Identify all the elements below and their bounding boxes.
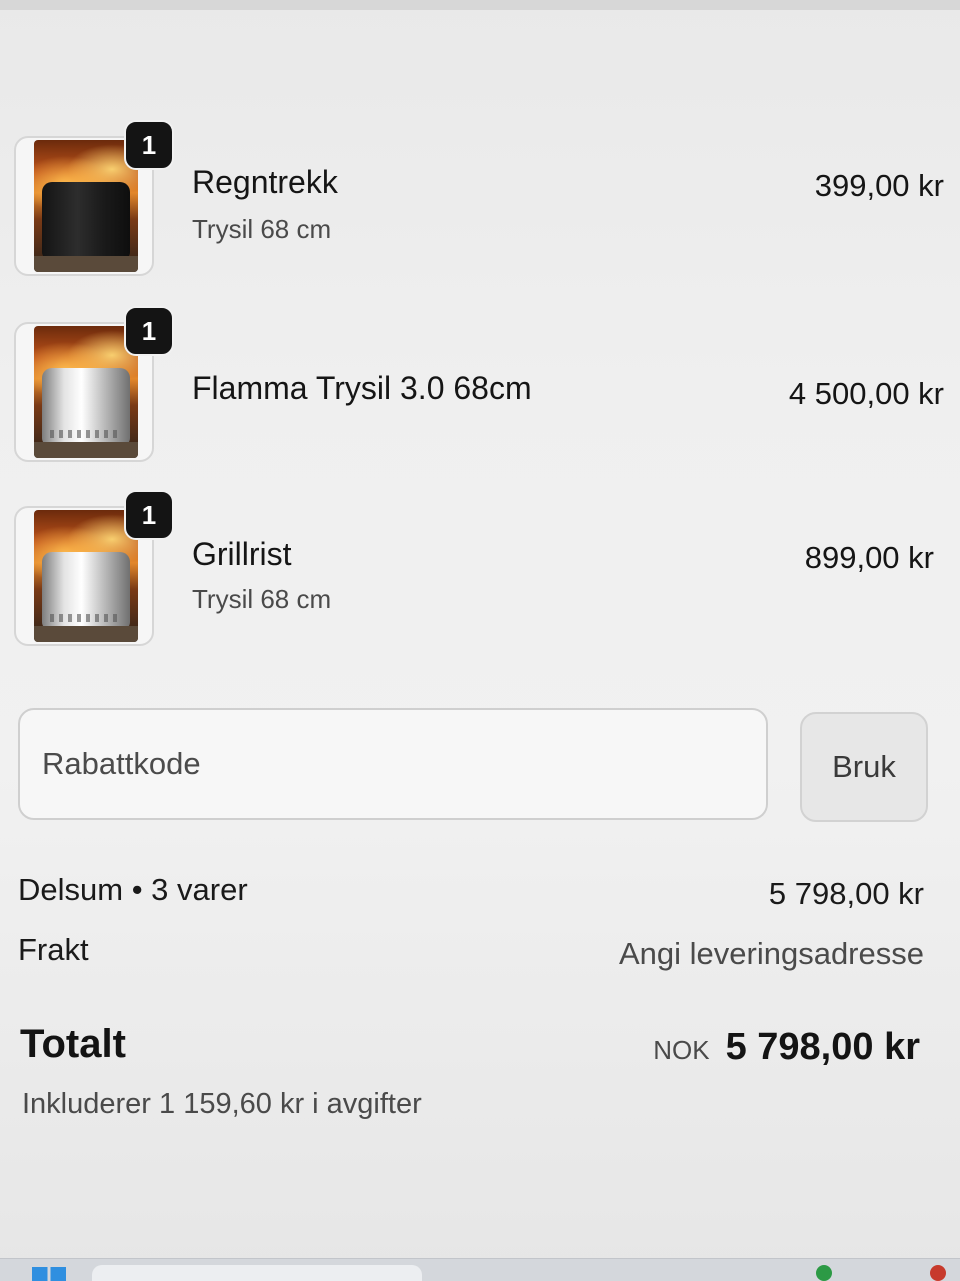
fire-pit-grill-grate-icon <box>34 510 138 642</box>
total-amount-group: NOK 5 798,00 kr <box>653 1026 920 1069</box>
apply-discount-button[interactable]: Bruk <box>800 712 928 822</box>
product-price: 399,00 kr <box>814 168 944 203</box>
windows-start-icon[interactable] <box>32 1267 66 1281</box>
taskbar-search-box[interactable] <box>92 1265 422 1281</box>
fire-pit-rain-cover-icon <box>34 140 138 272</box>
shipping-label: Frakt <box>18 932 89 967</box>
cart-line-item: 1 Regntrekk Trysil 68 cm 399,00 kr <box>14 120 944 286</box>
fire-pit-icon <box>34 326 138 458</box>
product-name: Regntrekk <box>192 164 338 200</box>
currency-code: NOK <box>653 1035 710 1065</box>
product-variant: Trysil 68 cm <box>192 584 332 614</box>
subtotal-label: Delsum • 3 varer <box>18 872 248 907</box>
cart-line-item: 1 Grillrist Trysil 68 cm 899,00 kr <box>14 490 944 656</box>
taskbar <box>0 1258 960 1281</box>
product-variant: Trysil 68 cm <box>192 214 332 244</box>
product-name: Flamma Trysil 3.0 68cm <box>192 370 532 406</box>
tray-app-icon[interactable] <box>816 1265 832 1281</box>
quantity-badge: 1 <box>124 120 174 170</box>
product-name: Grillrist <box>192 536 292 572</box>
checkout-summary-screen: 1 Regntrekk Trysil 68 cm 399,00 kr 1 Fla… <box>0 0 960 1281</box>
quantity-badge: 1 <box>124 490 174 540</box>
shipping-address-prompt[interactable]: Angi leveringsadresse <box>619 936 924 972</box>
product-price: 899,00 kr <box>804 540 934 575</box>
top-edge <box>0 0 960 10</box>
total-amount: 5 798,00 kr <box>725 1026 920 1068</box>
subtotal-value: 5 798,00 kr <box>768 876 924 911</box>
tax-note: Inkluderer 1 159,60 kr i avgifter <box>22 1088 422 1120</box>
tray-app-icon[interactable] <box>930 1265 946 1281</box>
cart-line-item: 1 Flamma Trysil 3.0 68cm 4 500,00 kr <box>14 306 944 472</box>
total-label: Totalt <box>20 1022 126 1066</box>
discount-code-input[interactable] <box>18 708 768 820</box>
product-price: 4 500,00 kr <box>788 376 944 411</box>
quantity-badge: 1 <box>124 306 174 356</box>
